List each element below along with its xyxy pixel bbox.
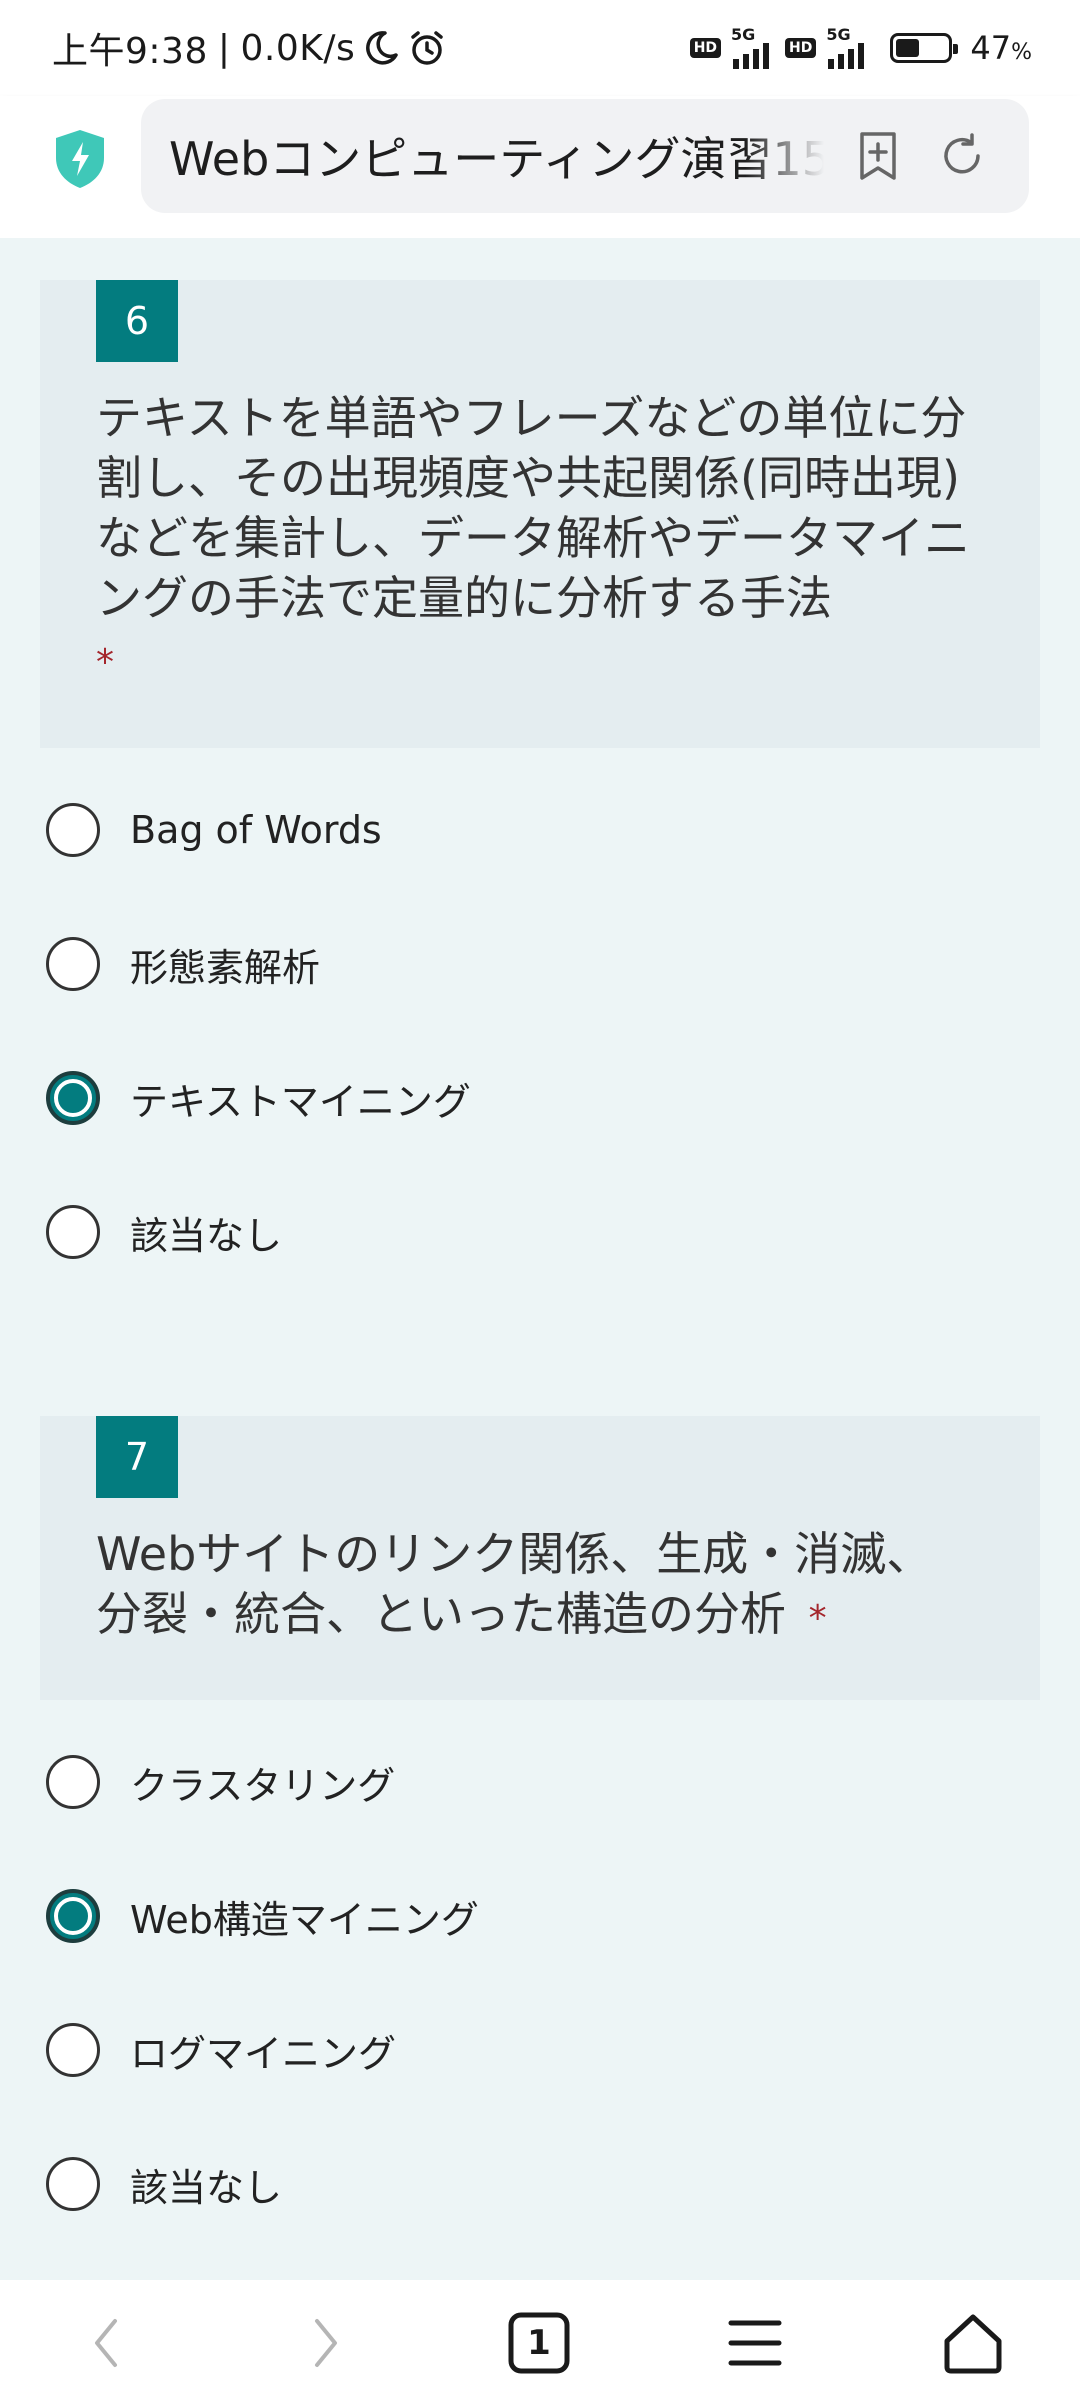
forward-icon[interactable] <box>290 2308 360 2378</box>
question-text-body: テキストを単語やフレーズなどの単位に分割し、その出現頻度や共起関係(同時出現)な… <box>96 391 970 625</box>
option-morphological-analysis[interactable]: 形態素解析 <box>46 934 320 994</box>
option-label[interactable]: Web構造マイニング <box>130 1889 479 1944</box>
form-content[interactable]: 6 テキストを単語やフレーズなどの単位に分割し、その出現頻度や共起関係(同時出現… <box>0 238 1080 2280</box>
home-icon[interactable] <box>938 2308 1008 2378</box>
add-bookmark-icon[interactable] <box>848 126 908 186</box>
option-bag-of-words[interactable]: Bag of Words <box>46 800 382 860</box>
option-none-7[interactable]: 該当なし <box>46 2154 282 2214</box>
battery-percent: 47% <box>970 29 1032 67</box>
menu-icon[interactable] <box>720 2308 790 2378</box>
option-label[interactable]: テキストマイニング <box>130 1071 471 1126</box>
option-none-6[interactable]: 該当なし <box>46 1202 282 1262</box>
question-text: テキストを単語やフレーズなどの単位に分割し、その出現頻度や共起関係(同時出現)な… <box>96 388 996 693</box>
question-number: 6 <box>96 280 178 362</box>
option-label[interactable]: 形態素解析 <box>130 937 320 992</box>
tab-count: 1 <box>527 2323 551 2363</box>
battery-icon <box>890 33 959 63</box>
option-label[interactable]: Bag of Words <box>130 808 382 852</box>
signal-2: 5G <box>826 27 870 69</box>
question-text-body: Webサイトのリンク関係、生成・消滅、分裂・統合、といった構造の分析 <box>96 1527 933 1641</box>
reload-icon[interactable] <box>932 126 992 186</box>
radio-button-selected[interactable] <box>46 1071 100 1125</box>
hd-badge-1: HD <box>689 38 722 58</box>
option-log-mining[interactable]: ログマイニング <box>46 2020 396 2080</box>
network-speed: 0.0K/s <box>240 27 356 69</box>
moon-icon <box>361 28 401 68</box>
required-mark: * <box>808 1598 827 1639</box>
url-title[interactable]: Webコンピューティング演習15 <box>169 123 824 189</box>
question-card-6: 6 テキストを単語やフレーズなどの単位に分割し、その出現頻度や共起関係(同時出現… <box>40 280 1040 748</box>
signal-bars-icon <box>733 43 770 69</box>
shield-icon[interactable] <box>52 128 108 190</box>
option-web-structure-mining[interactable]: Web構造マイニング <box>46 1886 479 1946</box>
address-bar[interactable]: Webコンピューティング演習15 <box>141 99 1029 213</box>
option-label[interactable]: クラスタリング <box>130 1755 395 1810</box>
network-type-2: 5G <box>826 25 851 44</box>
clock: 上午9:38 <box>52 31 208 72</box>
radio-button[interactable] <box>46 2157 100 2211</box>
question-number: 7 <box>96 1416 178 1498</box>
back-icon[interactable] <box>72 2308 142 2378</box>
status-right: HD 5G HD 5G 47% <box>689 27 1032 69</box>
radio-button-selected[interactable] <box>46 1889 100 1943</box>
radio-button[interactable] <box>46 937 100 991</box>
question-text: Webサイトのリンク関係、生成・消滅、分裂・統合、といった構造の分析 * <box>96 1524 956 1649</box>
radio-button[interactable] <box>46 2023 100 2077</box>
option-label[interactable]: ログマイニング <box>130 2023 396 2078</box>
radio-button[interactable] <box>46 1755 100 1809</box>
option-label[interactable]: 該当なし <box>130 1205 282 1260</box>
alarm-icon <box>407 28 447 68</box>
hd-badge-2: HD <box>785 38 817 58</box>
status-bar: 上午9:38 | 0.0K/s HD 5G HD 5G 47% <box>0 0 1080 96</box>
radio-button[interactable] <box>46 803 100 857</box>
tabs-button[interactable]: 1 <box>504 2308 574 2378</box>
signal-bars-icon <box>828 43 865 69</box>
option-label[interactable]: 該当なし <box>130 2157 282 2212</box>
option-text-mining[interactable]: テキストマイニング <box>46 1068 471 1128</box>
status-left: 上午9:38 | 0.0K/s <box>52 22 447 74</box>
signal-1: 5G <box>731 27 775 69</box>
question-card-7: 7 Webサイトのリンク関係、生成・消滅、分裂・統合、といった構造の分析 * <box>40 1416 1040 1700</box>
bottom-nav: 1 <box>0 2280 1080 2400</box>
required-mark: * <box>96 642 114 683</box>
status-separator: | <box>217 27 231 69</box>
option-clustering[interactable]: クラスタリング <box>46 1752 395 1812</box>
radio-button[interactable] <box>46 1205 100 1259</box>
browser-toolbar: Webコンピューティング演習15 <box>0 96 1080 238</box>
network-type-1: 5G <box>731 25 756 44</box>
